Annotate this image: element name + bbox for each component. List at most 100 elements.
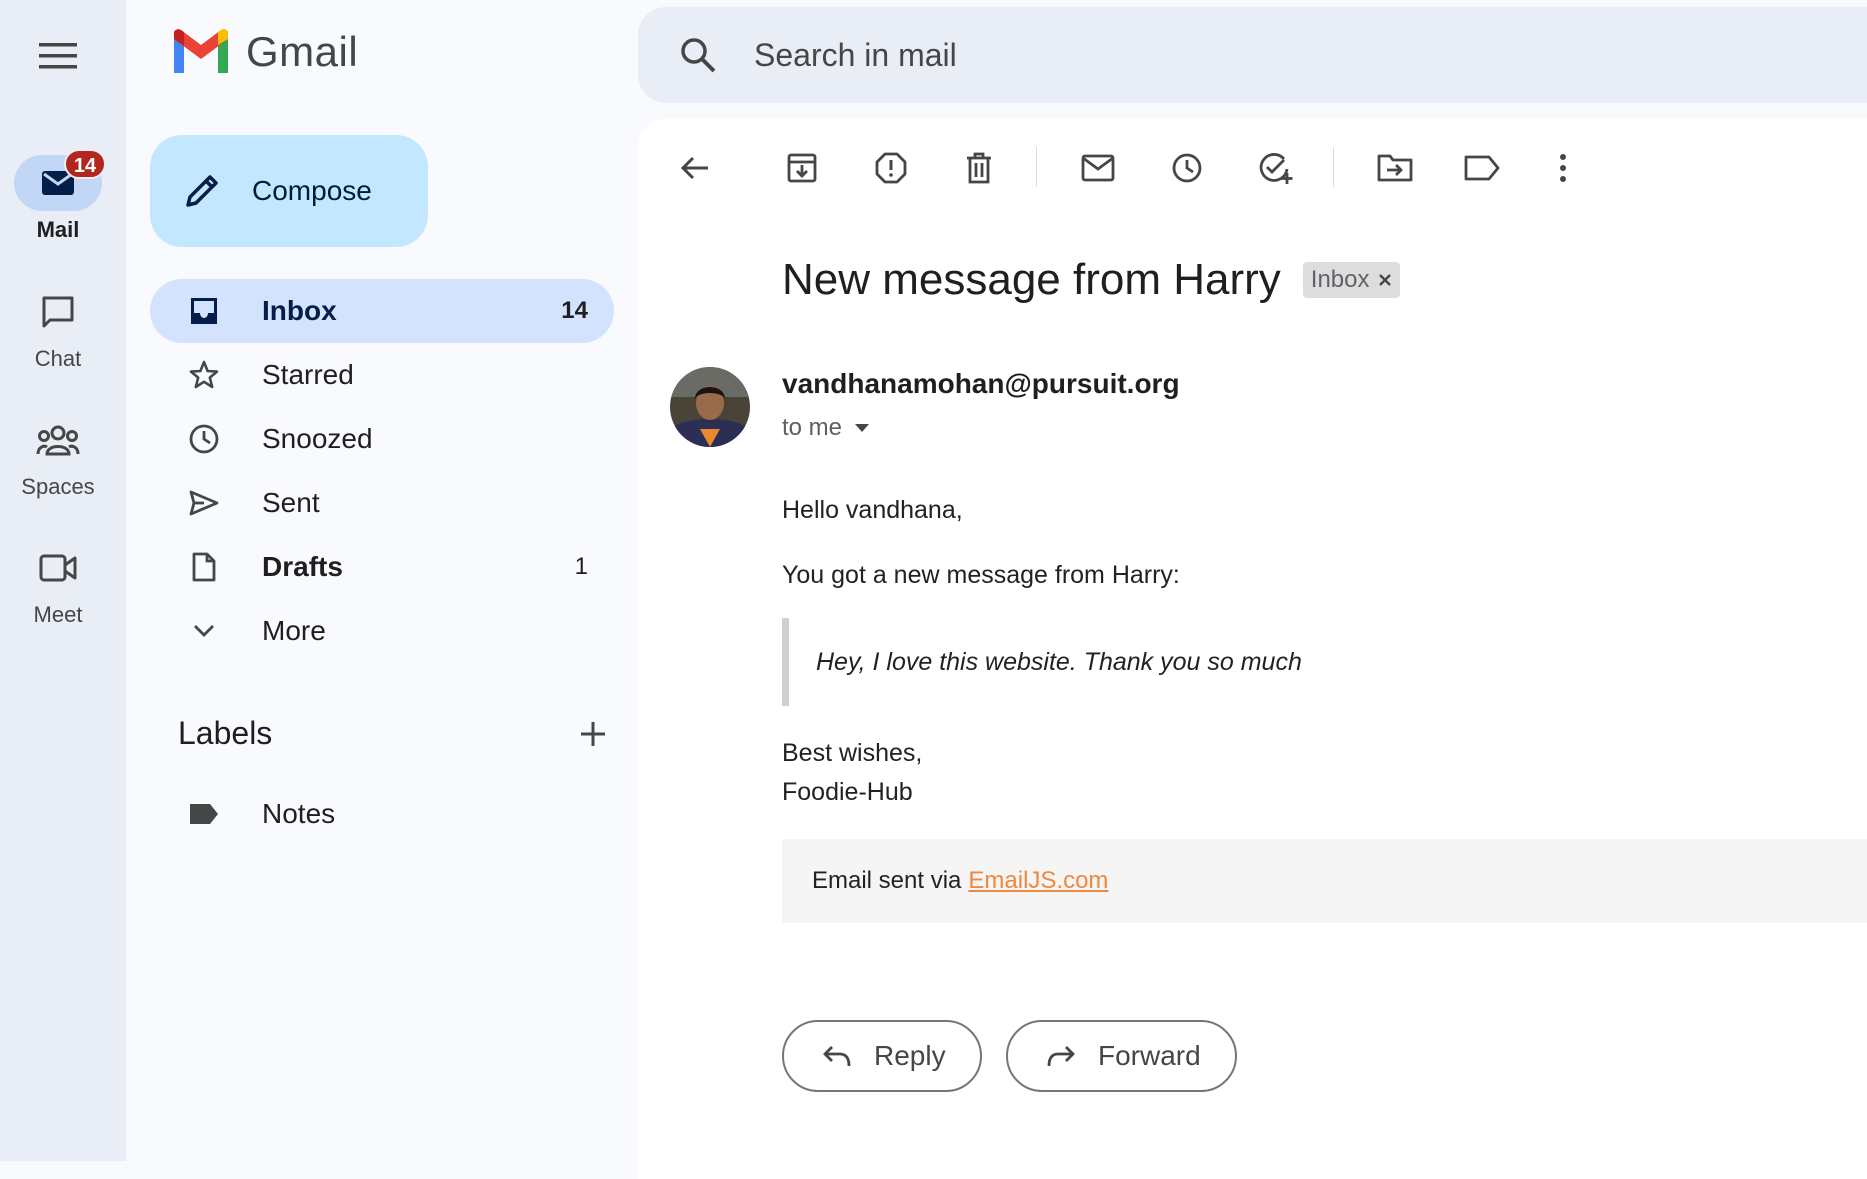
label-icon bbox=[190, 804, 218, 824]
nav-item-sent[interactable]: Sent bbox=[150, 471, 614, 535]
nav-item-starred[interactable]: Starred bbox=[150, 343, 614, 407]
gmail-logo[interactable]: Gmail bbox=[170, 28, 358, 76]
emailjs-link[interactable]: EmailJS.com bbox=[968, 867, 1108, 895]
email-footer: Email sent via EmailJS.com bbox=[782, 839, 1867, 923]
star-icon bbox=[189, 360, 219, 389]
chevron-down-icon bbox=[194, 625, 214, 637]
nav-count: 14 bbox=[561, 297, 588, 324]
body-signature: Foodie-Hub bbox=[782, 778, 913, 806]
add-label-icon[interactable] bbox=[578, 719, 608, 749]
body-signoff: Best wishes, bbox=[782, 739, 923, 767]
forward-button[interactable]: Forward bbox=[1006, 1020, 1237, 1092]
archive-button[interactable] bbox=[777, 143, 827, 193]
footer-text: Email sent via bbox=[812, 867, 962, 894]
more-vert-icon bbox=[1560, 154, 1566, 182]
nav-label: Snoozed bbox=[262, 423, 373, 454]
main-menu-button[interactable] bbox=[28, 28, 88, 84]
recipient-details[interactable]: to me bbox=[782, 414, 870, 442]
inbox-label-chip: Inbox bbox=[1302, 262, 1400, 298]
compose-label: Compose bbox=[252, 175, 372, 206]
compose-button[interactable]: Compose bbox=[150, 135, 428, 247]
trash-icon bbox=[967, 152, 991, 184]
rail-pill bbox=[14, 540, 102, 596]
rail-item-mail[interactable]: 14 Mail bbox=[0, 149, 116, 243]
rail-item-spaces[interactable]: Spaces bbox=[0, 412, 116, 500]
nav-label: Sent bbox=[262, 487, 320, 518]
label-outline-icon bbox=[1464, 155, 1500, 181]
folder-move-icon bbox=[1377, 154, 1413, 182]
nav-item-snoozed[interactable]: Snoozed bbox=[150, 407, 614, 471]
unread-badge: 14 bbox=[64, 149, 106, 179]
envelope-icon bbox=[1081, 154, 1115, 182]
toolbar-divider bbox=[1036, 147, 1037, 187]
quoted-message: Hey, I love this website. Thank you so m… bbox=[782, 618, 1302, 706]
reply-button[interactable]: Reply bbox=[782, 1020, 982, 1092]
rail-pill: 14 bbox=[14, 149, 106, 211]
chat-icon bbox=[42, 296, 74, 328]
report-icon bbox=[875, 152, 907, 184]
reply-icon bbox=[823, 1046, 851, 1067]
nav-item-drafts[interactable]: Drafts 1 bbox=[150, 535, 614, 599]
draft-icon bbox=[192, 552, 216, 582]
rail-label-mail: Mail bbox=[36, 217, 80, 242]
caret-down-icon bbox=[855, 424, 870, 432]
labels-list: Notes bbox=[150, 782, 614, 846]
sender-email[interactable]: vandhanamohan@pursuit.org bbox=[782, 368, 1180, 400]
subject-row: New message from Harry Inbox bbox=[782, 255, 1400, 305]
nav-count: 1 bbox=[574, 553, 588, 580]
rail-pill bbox=[14, 284, 102, 340]
folder-list: Inbox 14 Starred Snoozed Sent Drafts 1 M… bbox=[150, 279, 614, 663]
add-task-icon bbox=[1259, 153, 1293, 184]
sender-avatar[interactable] bbox=[670, 367, 750, 447]
spaces-icon bbox=[36, 425, 80, 456]
rail-label-chat: Chat bbox=[34, 346, 82, 371]
label-item-notes[interactable]: Notes bbox=[150, 782, 614, 846]
toolbar-divider bbox=[1333, 147, 1334, 187]
inbox-icon bbox=[191, 298, 217, 324]
labels-title: Labels bbox=[178, 715, 273, 751]
logo-text: Gmail bbox=[246, 28, 359, 75]
nav-label: Drafts bbox=[262, 551, 343, 582]
body-greeting: Hello vandhana, bbox=[782, 496, 963, 524]
clock-icon bbox=[1172, 153, 1202, 183]
add-to-tasks-button[interactable] bbox=[1251, 143, 1301, 193]
forward-icon bbox=[1047, 1046, 1075, 1067]
move-to-button[interactable] bbox=[1370, 143, 1420, 193]
body-intro: You got a new message from Harry: bbox=[782, 561, 1180, 589]
more-options-button[interactable] bbox=[1538, 143, 1588, 193]
reply-label: Reply bbox=[874, 1040, 946, 1071]
search-icon[interactable] bbox=[678, 35, 718, 75]
close-icon[interactable] bbox=[1378, 273, 1392, 287]
rail-label-meet: Meet bbox=[33, 602, 83, 627]
labels-button[interactable] bbox=[1457, 143, 1507, 193]
search-input[interactable] bbox=[754, 36, 1554, 74]
nav-label: More bbox=[262, 615, 326, 646]
labels-header: Labels bbox=[178, 715, 608, 752]
label-name: Notes bbox=[262, 798, 336, 829]
rail-pill bbox=[14, 412, 102, 468]
snooze-button[interactable] bbox=[1162, 143, 1212, 193]
delete-button[interactable] bbox=[954, 143, 1004, 193]
nav-label: Inbox bbox=[262, 295, 337, 326]
nav-label: Starred bbox=[262, 359, 354, 390]
search-bar[interactable] bbox=[638, 7, 1867, 103]
nav-item-more[interactable]: More bbox=[150, 599, 614, 663]
recipient-text: to me bbox=[782, 414, 843, 441]
nav-item-inbox[interactable]: Inbox 14 bbox=[150, 279, 614, 343]
chip-label: Inbox bbox=[1310, 266, 1370, 293]
report-spam-button[interactable] bbox=[866, 143, 916, 193]
mark-unread-button[interactable] bbox=[1073, 143, 1123, 193]
arrow-back-icon bbox=[680, 156, 708, 180]
archive-icon bbox=[787, 153, 817, 183]
video-camera-icon bbox=[39, 554, 77, 582]
back-button[interactable] bbox=[670, 143, 720, 193]
message-subject: New message from Harry bbox=[782, 255, 1281, 304]
pencil-icon bbox=[186, 175, 218, 207]
rail-item-chat[interactable]: Chat bbox=[0, 284, 116, 372]
rail-label-spaces: Spaces bbox=[21, 474, 95, 499]
gmail-m-icon bbox=[174, 29, 228, 73]
send-icon bbox=[189, 490, 219, 516]
quote-text: Hey, I love this website. Thank you so m… bbox=[816, 647, 1302, 676]
rail-item-meet[interactable]: Meet bbox=[0, 540, 116, 628]
clock-icon bbox=[189, 424, 219, 454]
